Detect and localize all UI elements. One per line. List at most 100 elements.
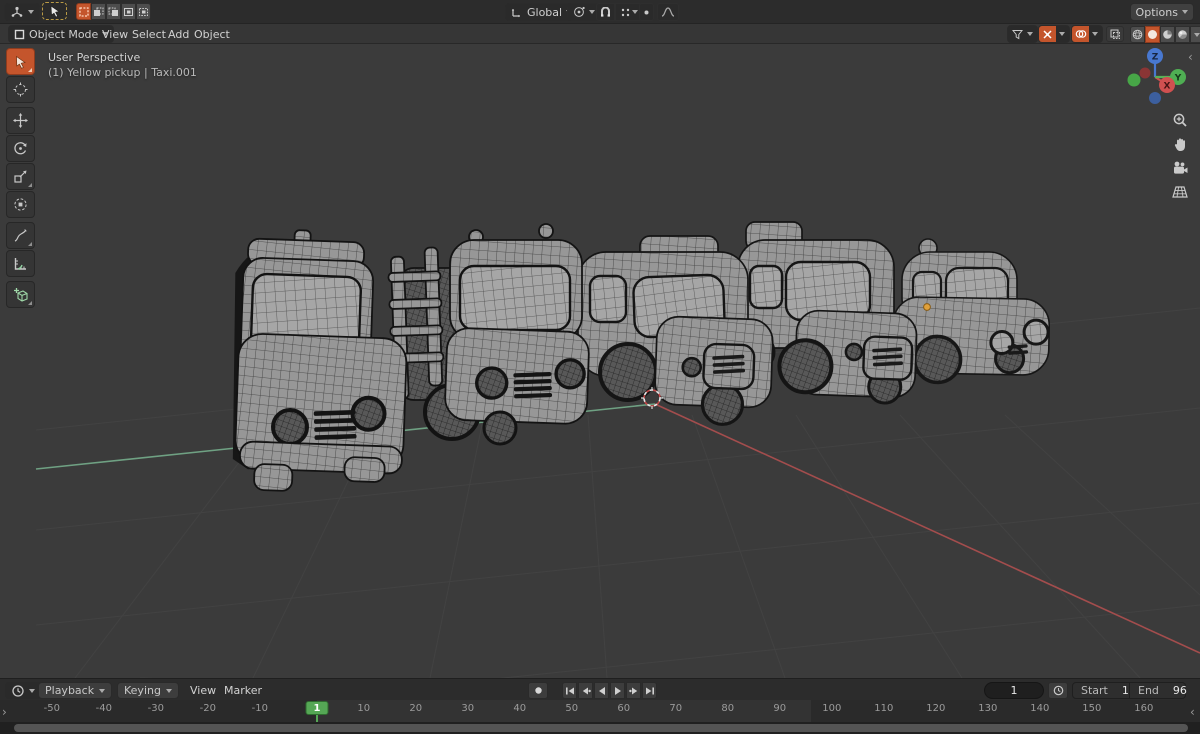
select-mode-subtract[interactable] [106, 3, 121, 20]
timeline-editor-type-button[interactable] [5, 682, 42, 699]
tool-cursor[interactable] [6, 76, 35, 103]
gizmo-axis-x[interactable]: X [1159, 77, 1175, 93]
timeline-ruler[interactable]: -50 -40 -30 -20 -10 10 20 30 40 50 60 70 80 90 100 110 1… [0, 700, 1200, 722]
timeline-header: Playback Keying View Marker 1 Start 1 En… [0, 678, 1200, 700]
play-button[interactable] [610, 682, 625, 699]
tool-measure[interactable] [6, 250, 35, 277]
gizmo-axis-neg-x[interactable] [1127, 73, 1141, 87]
shading-dropdown[interactable] [1190, 26, 1200, 43]
gizmo-axis-neg-z[interactable] [1149, 92, 1161, 104]
blender-window: Global Options Object Mode View Select A… [0, 0, 1200, 734]
tool-transform[interactable] [6, 191, 35, 218]
play-icon [614, 686, 621, 695]
vehicle-pickup[interactable] [387, 223, 590, 446]
pan-view-button[interactable] [1167, 132, 1193, 156]
tool-scale[interactable] [6, 163, 35, 190]
tool-select-box[interactable] [6, 48, 35, 75]
select-mode-invert[interactable] [121, 3, 136, 20]
vehicle-van[interactable] [577, 235, 774, 426]
next-keyframe-button[interactable] [626, 682, 641, 699]
transport-controls [562, 682, 657, 699]
svg-text:X: X [1164, 82, 1171, 92]
menu-object[interactable]: Object [188, 24, 236, 44]
scale-tool-icon [14, 170, 27, 183]
svg-text:Y: Y [1174, 74, 1182, 84]
record-dot-icon [534, 687, 542, 694]
select-mode-extend[interactable] [91, 3, 106, 20]
zoom-magnifier-icon [1173, 113, 1187, 127]
show-gizmo-toggle[interactable] [1038, 25, 1070, 43]
ruler-tick-label: -40 [95, 703, 112, 714]
annotate-pen-icon [14, 229, 27, 242]
ruler-expand-arrow[interactable]: › [2, 705, 7, 719]
viewport-3d[interactable]: User Perspective (1) Yellow pickup | Tax… [0, 44, 1200, 678]
transform-tool-icon [14, 198, 27, 211]
tool-annotate[interactable] [6, 222, 35, 249]
material-sphere-icon [1163, 30, 1172, 39]
xray-toggle[interactable] [1106, 26, 1124, 42]
navigation-gizmo[interactable]: Z Y X [1122, 45, 1194, 111]
playhead-marker[interactable]: 1 [305, 701, 329, 715]
timeline-menu-marker[interactable]: Marker [218, 680, 268, 700]
tool-move[interactable] [6, 107, 35, 134]
chevron-down-icon [165, 688, 172, 693]
rotate-tool-icon [14, 142, 27, 155]
timeline-sidebar-toggle[interactable]: ‹ [1190, 705, 1195, 719]
editor-type-button[interactable] [4, 3, 40, 21]
chevron-down-icon [99, 688, 106, 693]
xray-toggle-icon [1110, 29, 1120, 39]
gizmo-axis-neg-y[interactable] [1139, 67, 1151, 79]
proportional-editing-icon [644, 10, 649, 14]
select-mode-new[interactable] [76, 3, 91, 20]
ruler-tick-label: 130 [978, 703, 998, 714]
tool-rotate[interactable] [6, 135, 35, 162]
current-frame-field[interactable]: 1 [984, 682, 1044, 699]
active-tool-button[interactable] [42, 2, 67, 20]
jump-to-end-button[interactable] [642, 682, 657, 699]
measure-ruler-icon [14, 258, 26, 270]
timeline-scrollbar[interactable] [14, 724, 1188, 732]
shading-solid[interactable] [1145, 26, 1160, 43]
show-overlays-toggle[interactable] [1071, 25, 1103, 43]
shading-mode-group [1130, 26, 1200, 43]
ruler-tick-label: -10 [251, 703, 268, 714]
snap-toggle-button[interactable] [596, 3, 615, 21]
tool-add-cube[interactable] [6, 281, 35, 308]
shading-rendered[interactable] [1175, 26, 1190, 43]
chevron-down-icon [1182, 10, 1188, 14]
proportional-falloff-dropdown[interactable] [657, 3, 679, 21]
toggle-ortho-button[interactable] [1167, 180, 1193, 204]
prev-keyframe-button[interactable] [578, 682, 593, 699]
visibility-filter-dropdown[interactable] [1007, 25, 1038, 43]
shading-wireframe[interactable] [1130, 26, 1145, 43]
shading-material[interactable] [1160, 26, 1175, 43]
timeline-menu-view[interactable]: View [184, 680, 222, 700]
options-button[interactable]: Options [1129, 3, 1194, 21]
select-box-icon [16, 55, 26, 69]
camera-view-button[interactable] [1167, 156, 1193, 180]
add-cube-icon [13, 287, 28, 302]
keying-dropdown[interactable]: Keying [117, 682, 179, 699]
zoom-view-button[interactable] [1167, 108, 1193, 132]
auto-keying-toggle[interactable] [528, 682, 548, 699]
playback-dropdown[interactable]: Playback [38, 682, 113, 699]
play-reverse-button[interactable] [594, 682, 609, 699]
pan-hand-icon [1174, 137, 1185, 151]
ruler-tick-label: -20 [199, 703, 216, 714]
jump-to-start-button[interactable] [562, 682, 577, 699]
chevron-down-icon [1059, 32, 1065, 36]
axis-lines [35, 403, 1200, 654]
ruler-tick-label: 110 [874, 703, 894, 714]
sidebar-toggle-arrow[interactable]: ‹ [1188, 50, 1193, 64]
editor-type-icon [11, 6, 23, 17]
gizmo-axis-z[interactable]: Z [1147, 48, 1163, 64]
frame-start-field[interactable]: Start 1 [1072, 682, 1130, 699]
frame-end-field[interactable]: End 96 [1130, 682, 1187, 699]
vehicle-bus[interactable] [228, 228, 411, 495]
camera-view-icon [1174, 161, 1188, 174]
select-mode-intersect[interactable] [136, 3, 151, 20]
proportional-editing-toggle[interactable] [639, 3, 654, 21]
use-preview-range-toggle[interactable] [1048, 682, 1068, 699]
preview-clock-icon [1053, 685, 1063, 696]
ruler-tick-label: -30 [147, 703, 164, 714]
